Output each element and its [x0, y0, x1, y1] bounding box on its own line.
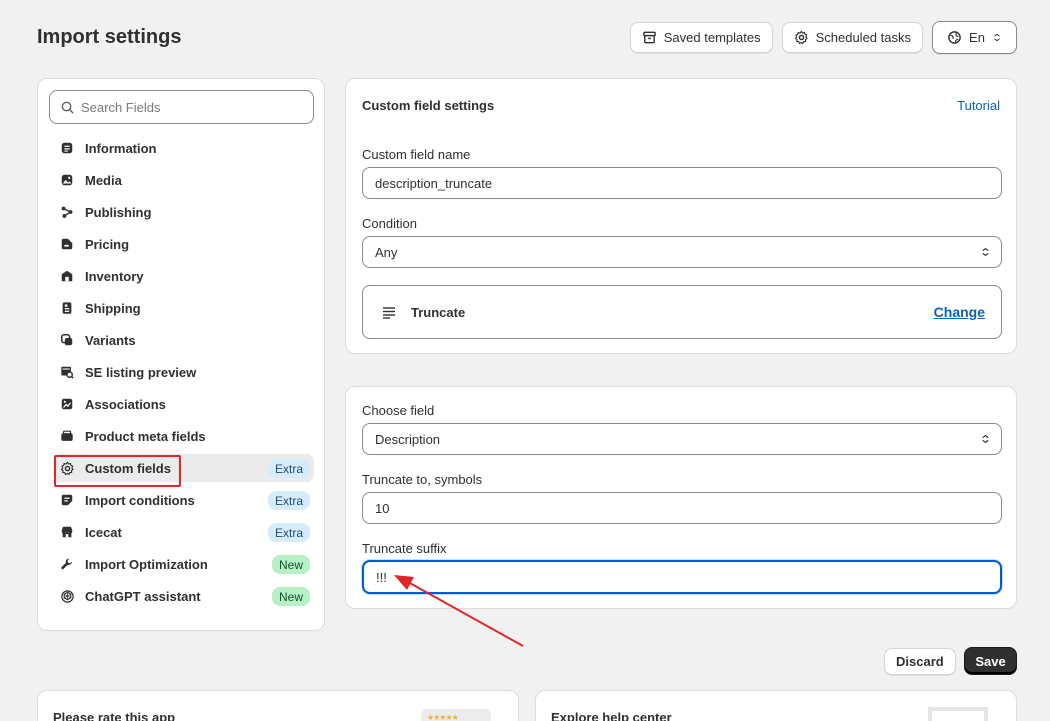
language-select[interactable]: En [932, 21, 1017, 54]
choose-field-select[interactable]: Description [362, 423, 1002, 455]
truncate-settings-card: Choose field Description Truncate to, sy… [345, 386, 1017, 609]
sidebar-item-chatgpt-assistant[interactable]: ChatGPT assistant New [53, 582, 314, 610]
sidebar-item-shipping[interactable]: Shipping [53, 294, 314, 322]
sidebar-item-se-listing-preview[interactable]: SE listing preview [53, 358, 314, 386]
function-name: Truncate [411, 304, 466, 320]
archive-icon [642, 31, 656, 44]
condition-select[interactable]: Any [362, 236, 1002, 268]
truncate-suffix-value: !!! [376, 569, 387, 585]
sidebar-item-label: Product meta fields [85, 428, 206, 444]
search-box[interactable] [49, 90, 314, 124]
choose-field-label: Choose field [362, 403, 435, 418]
tutorial-link[interactable]: Tutorial [957, 98, 1000, 113]
search-icon [61, 101, 74, 114]
annotation-highlight-box [54, 455, 181, 487]
chevron-up-down-icon [982, 247, 989, 257]
change-link[interactable]: Change [934, 304, 985, 320]
sidebar-item-label: Media [85, 172, 122, 188]
sidebar-item-label: Icecat [85, 524, 122, 540]
sidebar: Information Media Publishing Pricing Inv… [37, 78, 325, 631]
warehouse-icon [59, 268, 75, 284]
help-center-title: Explore help center [551, 710, 672, 721]
scheduled-tasks-label: Scheduled tasks [815, 30, 911, 45]
custom-field-name-label: Custom field name [362, 147, 471, 162]
text-align-icon [383, 307, 395, 319]
sidebar-item-label: Import conditions [85, 492, 195, 508]
page-title: Import settings [37, 26, 182, 48]
sidebar-item-associations[interactable]: Associations [53, 390, 314, 418]
save-button[interactable]: Save [964, 647, 1017, 675]
help-center-card: Explore help center [535, 690, 1017, 721]
extra-badge: Extra [267, 459, 310, 478]
gear-icon [794, 30, 808, 45]
truncate-symbols-value: 10 [375, 500, 390, 516]
custom-field-settings-card: Custom field settings Tutorial Custom fi… [345, 78, 1017, 354]
sidebar-item-media[interactable]: Media [53, 166, 314, 194]
rating-illustration: ★★★★★ [421, 709, 491, 721]
function-selector: Truncate Change [362, 285, 1002, 339]
condition-label: Condition [362, 216, 417, 231]
chevron-up-down-icon [982, 434, 989, 444]
extra-badge: Extra [267, 491, 310, 510]
sidebar-item-label: Import Optimization [85, 556, 208, 572]
saved-templates-button[interactable]: Saved templates [629, 22, 773, 53]
settings-title: Custom field settings [362, 98, 495, 113]
ai-icon [59, 588, 75, 604]
sidebar-item-label: SE listing preview [85, 364, 197, 380]
saved-templates-label: Saved templates [663, 30, 761, 45]
truncate-suffix-label: Truncate suffix [362, 541, 447, 556]
sidebar-item-publishing[interactable]: Publishing [53, 198, 314, 226]
sidebar-item-label: Information [85, 140, 157, 156]
sidebar-item-label: Variants [85, 332, 136, 348]
extra-badge: Extra [267, 523, 310, 542]
custom-field-name-value: description_truncate [375, 175, 493, 191]
globe-icon [948, 31, 961, 44]
rate-app-title: Please rate this app [53, 710, 176, 721]
new-badge: New [271, 555, 310, 574]
image-icon [59, 172, 75, 188]
chevron-up-down-icon [994, 33, 1000, 42]
meta-icon [59, 428, 75, 444]
sidebar-item-information[interactable]: Information [53, 134, 314, 162]
variants-icon [59, 332, 75, 348]
sidebar-item-label: ChatGPT assistant [85, 588, 201, 604]
truncate-symbols-input[interactable]: 10 [362, 492, 1002, 524]
sidebar-item-import-optimization[interactable]: Import Optimization New [53, 550, 314, 578]
sidebar-item-import-conditions[interactable]: Import conditions Extra [53, 486, 314, 514]
condition-value: Any [375, 244, 398, 260]
search-input[interactable] [81, 99, 301, 115]
sidebar-item-icecat[interactable]: Icecat Extra [53, 518, 314, 546]
seo-icon [59, 364, 75, 380]
sidebar-item-label: Pricing [85, 236, 130, 252]
share-icon [59, 204, 75, 220]
truncate-suffix-input[interactable]: !!! [362, 560, 1002, 594]
link-icon [59, 396, 75, 412]
price-tag-icon [59, 236, 75, 252]
sidebar-item-inventory[interactable]: Inventory [53, 262, 314, 290]
new-badge: New [271, 587, 310, 606]
discard-button[interactable]: Discard [884, 648, 956, 675]
sidebar-item-product-meta-fields[interactable]: Product meta fields [53, 422, 314, 450]
store-icon [59, 524, 75, 540]
stars-icon: ★★★★★ [427, 713, 459, 721]
sidebar-item-label: Publishing [85, 204, 152, 220]
choose-field-value: Description [375, 431, 441, 447]
help-illustration [928, 707, 988, 721]
truck-icon [59, 300, 75, 316]
language-label: En [969, 30, 985, 45]
conditions-icon [59, 492, 75, 508]
scheduled-tasks-button[interactable]: Scheduled tasks [781, 22, 923, 53]
sidebar-item-label: Shipping [85, 300, 141, 316]
custom-field-name-input[interactable]: description_truncate [362, 167, 1002, 199]
sidebar-item-label: Inventory [85, 268, 144, 284]
info-icon [59, 140, 75, 156]
sidebar-item-pricing[interactable]: Pricing [53, 230, 314, 258]
truncate-symbols-label: Truncate to, symbols [362, 472, 483, 487]
sidebar-item-variants[interactable]: Variants [53, 326, 314, 354]
wrench-icon [59, 556, 75, 572]
top-actions: Saved templates Scheduled tasks En [629, 21, 1017, 54]
sidebar-item-label: Associations [85, 396, 166, 412]
sidebar-nav: Information Media Publishing Pricing Inv… [53, 134, 314, 614]
rate-app-card: Please rate this app ★★★★★ [37, 690, 519, 721]
